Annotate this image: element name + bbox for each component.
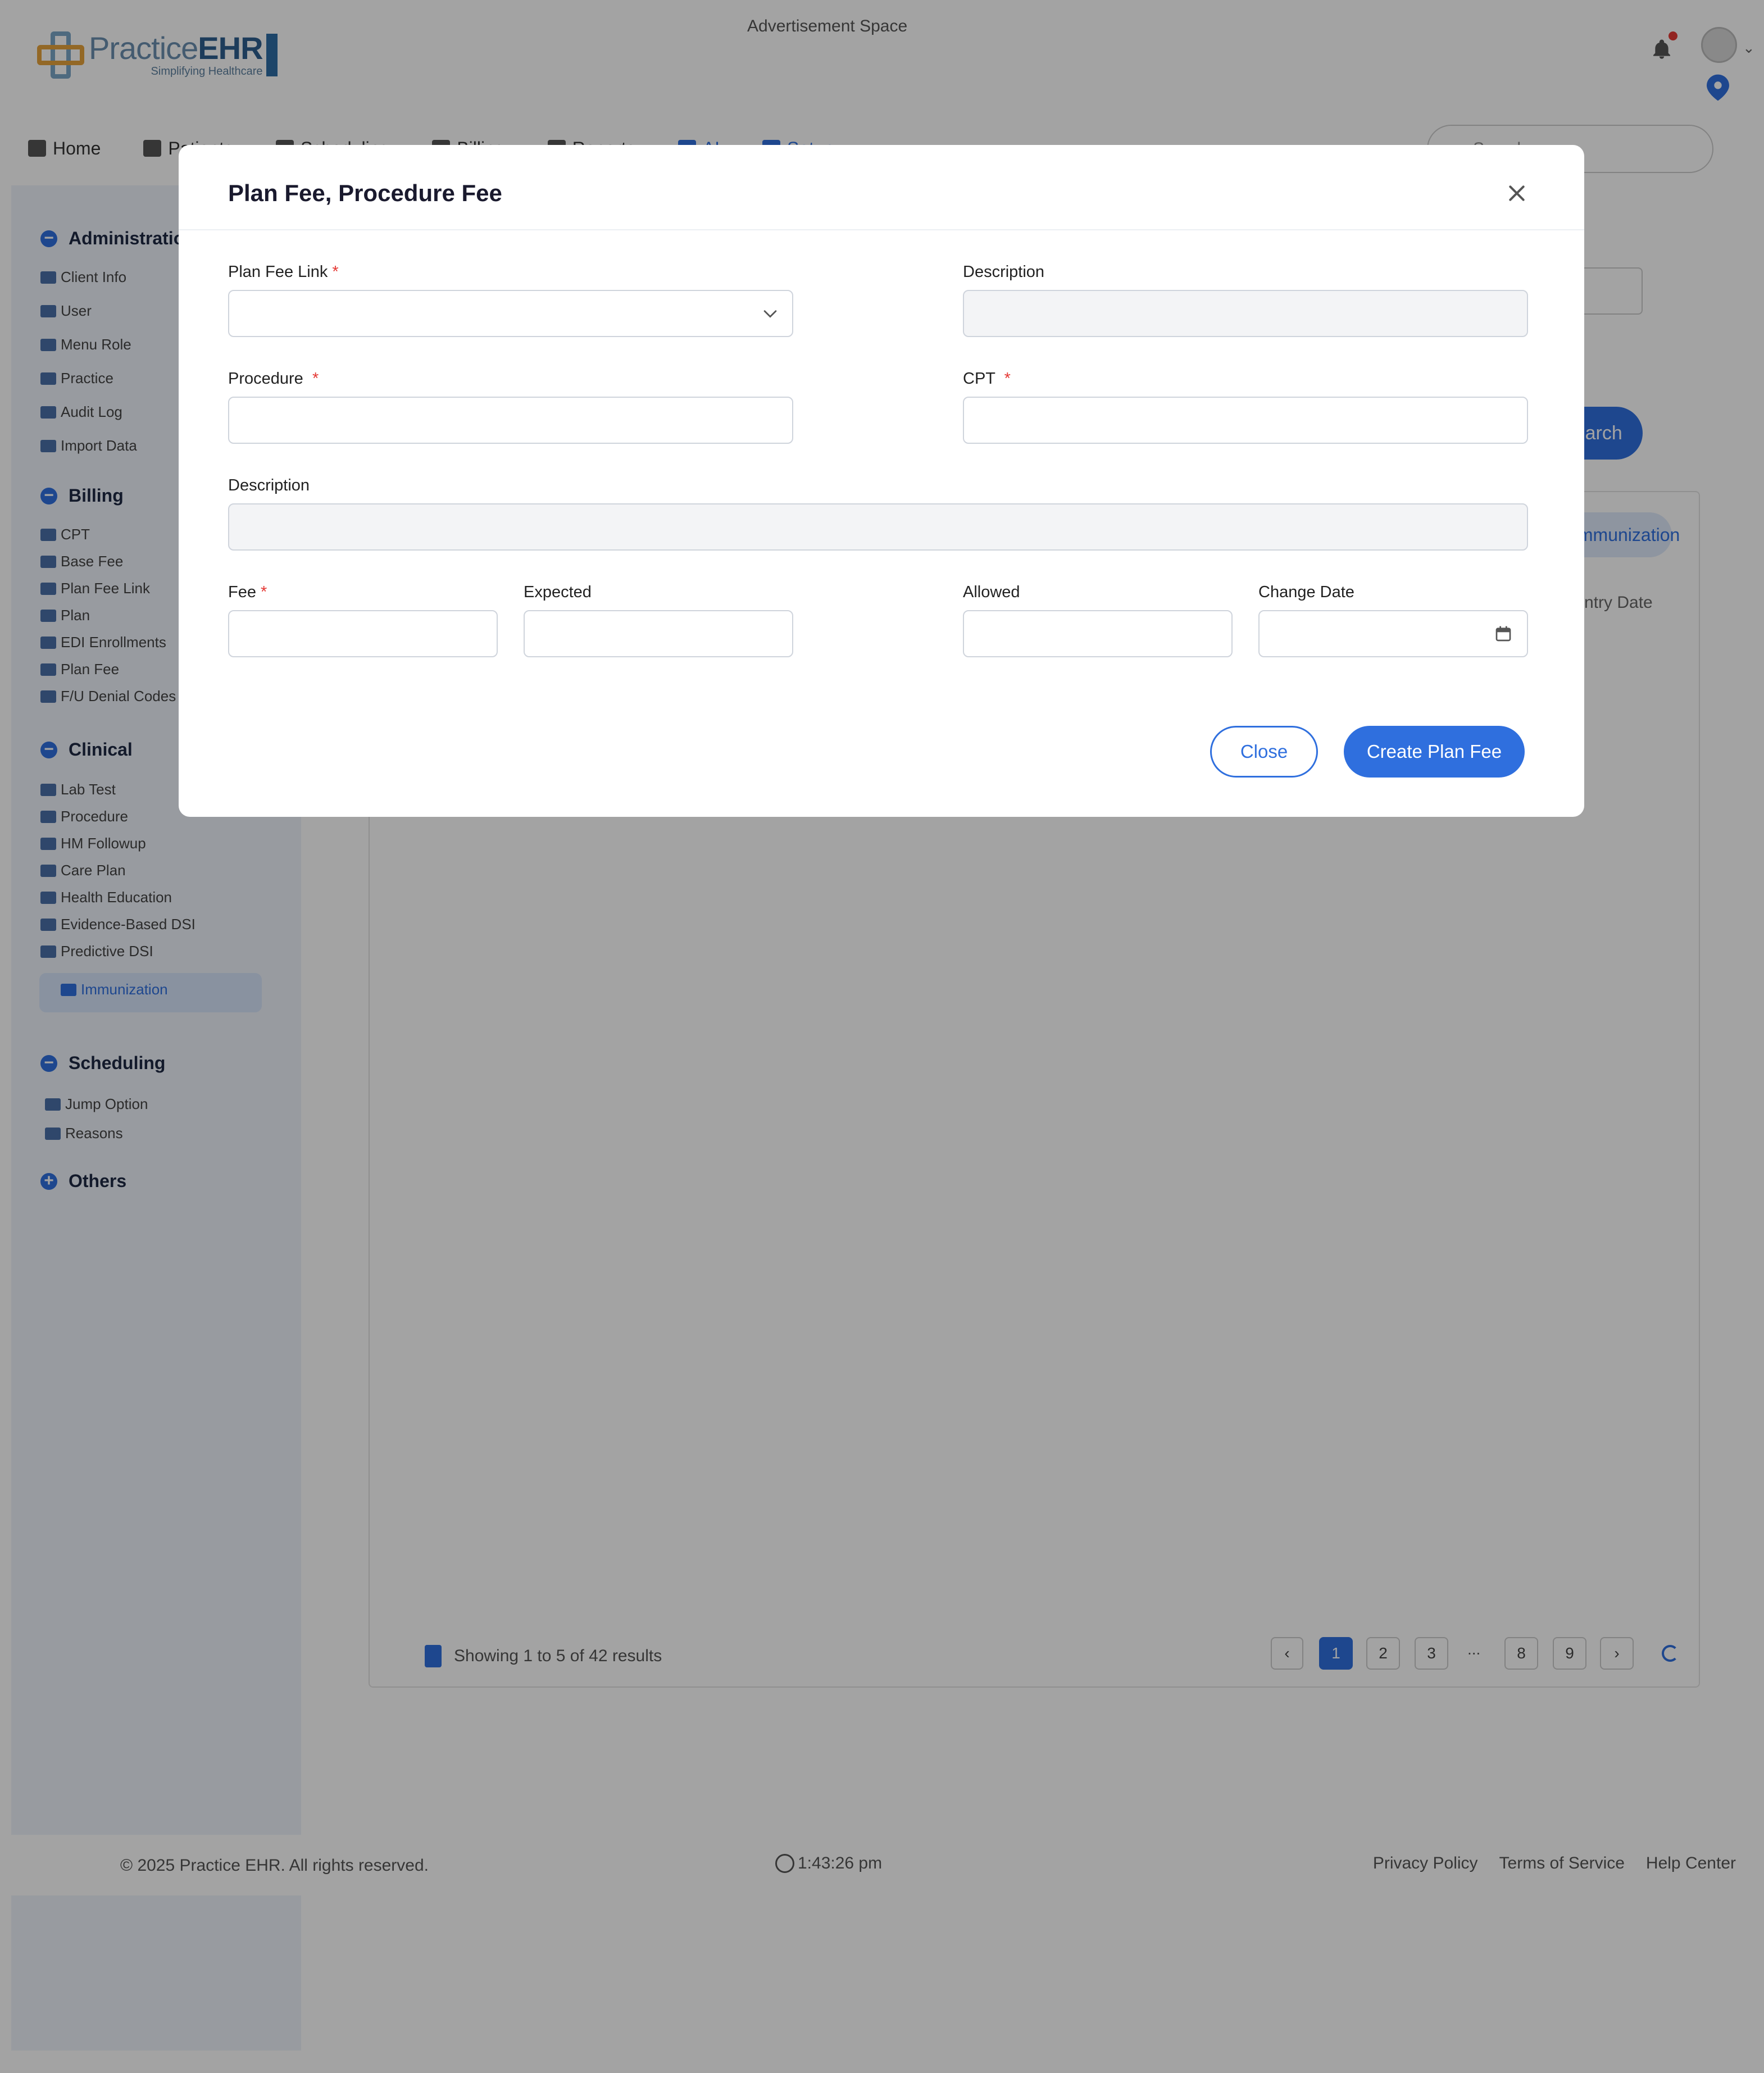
description-label: Description <box>963 263 1045 281</box>
modal-title: Plan Fee, Procedure Fee <box>228 180 502 206</box>
fee-label: Fee * <box>228 583 267 601</box>
procedure-input[interactable] <box>228 397 793 444</box>
procedure-label: Procedure * <box>228 370 319 388</box>
calendar-icon[interactable] <box>1494 624 1512 643</box>
change-date-input[interactable] <box>1258 610 1528 657</box>
allowed-label: Allowed <box>963 583 1020 601</box>
plan-fee-link-label: Plan Fee Link * <box>228 263 339 281</box>
description-full-label: Description <box>228 476 310 494</box>
expected-label: Expected <box>524 583 592 601</box>
description-readonly-field <box>963 290 1528 337</box>
allowed-input[interactable] <box>963 610 1233 657</box>
create-plan-fee-button[interactable]: Create Plan Fee <box>1344 726 1525 778</box>
change-date-label: Change Date <box>1258 583 1354 601</box>
plan-fee-modal: Plan Fee, Procedure Fee Plan Fee Link * … <box>179 145 1584 817</box>
chevron-down-icon[interactable] <box>761 304 780 323</box>
close-icon[interactable] <box>1506 182 1528 204</box>
cpt-input[interactable] <box>963 397 1528 444</box>
modal-header: Plan Fee, Procedure Fee <box>179 145 1584 230</box>
plan-fee-link-select[interactable] <box>228 290 793 337</box>
description-full-readonly-field <box>228 503 1528 551</box>
cpt-label: CPT * <box>963 370 1011 388</box>
fee-input[interactable] <box>228 610 498 657</box>
close-button[interactable]: Close <box>1210 726 1318 778</box>
expected-input[interactable] <box>524 610 793 657</box>
